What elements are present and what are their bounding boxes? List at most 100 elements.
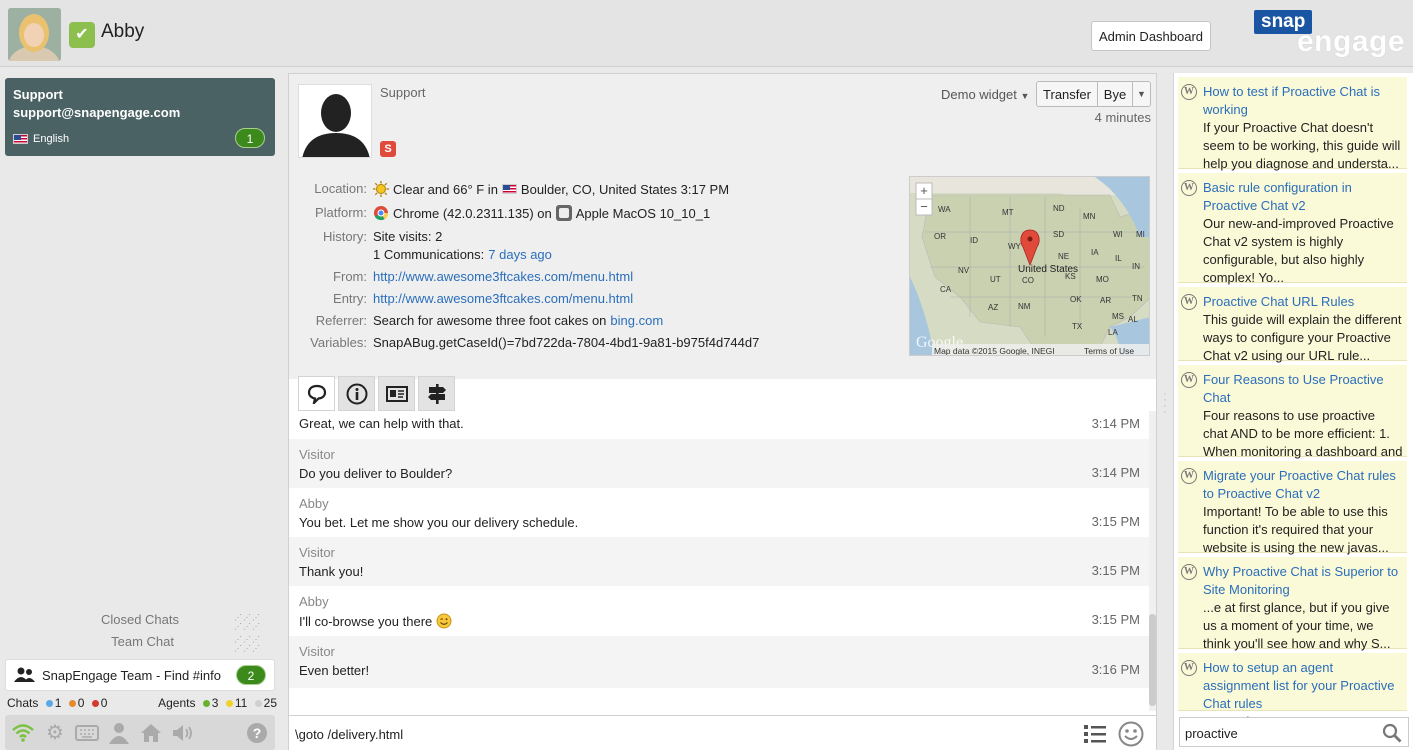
team-chat-bar[interactable]: SnapEngage Team - Find #info 2 <box>5 659 275 691</box>
more-actions-dropdown[interactable]: ▼ <box>1132 81 1151 107</box>
kb-search-input[interactable] <box>1185 724 1375 742</box>
snapengage-logo: snap engage <box>1252 10 1412 60</box>
orange-dot-icon <box>68 700 76 707</box>
kb-article[interactable]: W Migrate your Proactive Chat rules to P… <box>1178 461 1407 555</box>
visitor-widget-name: Support <box>380 85 426 100</box>
blue-dot-icon <box>45 700 53 707</box>
chat-sidebar: Support support@snapengage.com English 1… <box>0 67 283 750</box>
platform-row: Platform: Chrome (42.0.2311.135) on Appl… <box>314 205 711 221</box>
map-state-label: WY <box>1008 242 1022 251</box>
wordpress-icon: W <box>1181 294 1197 310</box>
home-icon[interactable] <box>138 720 164 746</box>
communications-row: 1 Communications: 7 days ago <box>373 247 552 262</box>
admin-dashboard-button[interactable]: Admin Dashboard <box>1091 21 1211 51</box>
bye-button[interactable]: Bye <box>1097 81 1133 107</box>
panel-tabs <box>298 376 455 411</box>
map-state-label: AZ <box>988 303 998 312</box>
history-row: History: Site visits: 2 <box>322 229 443 244</box>
green-dot-icon <box>202 700 210 707</box>
kb-article-snippet: Our new-and-improved Proactive Chat v2 s… <box>1203 216 1394 285</box>
widget-selector[interactable]: Demo widget ▼ <box>941 87 1029 102</box>
info-icon <box>346 383 367 404</box>
map-terms-link: Terms of Use <box>1084 346 1134 356</box>
id-card-icon <box>385 385 408 402</box>
search-icon[interactable] <box>1382 723 1402 743</box>
closed-chats-link[interactable]: Closed Chats <box>4 612 179 627</box>
entry-row: Entry: http://www.awesome3ftcakes.com/me… <box>333 291 634 306</box>
signpost-icon <box>427 383 446 404</box>
closed-chats-drag-handle[interactable]: ⋰⋰⋰ ⋰⋰⋰ <box>234 613 261 631</box>
team-chat-label: SnapEngage Team - Find #info <box>42 667 221 683</box>
kb-article-title[interactable]: Basic rule configuration in Proactive Ch… <box>1203 179 1403 215</box>
grey-dot-icon <box>254 700 262 707</box>
map-state-label: OK <box>1070 295 1082 304</box>
kb-article[interactable]: W Proactive Chat URL Rules This guide wi… <box>1178 287 1407 363</box>
map-state-label: NM <box>1018 302 1031 311</box>
speaker-icon[interactable] <box>170 720 196 746</box>
kb-article[interactable]: W Basic rule configuration in Proactive … <box>1178 173 1407 285</box>
apple-icon <box>555 205 572 221</box>
team-chat-drag-handle[interactable]: ⋰⋰⋰ ⋰⋰⋰ <box>234 635 261 653</box>
tab-info[interactable] <box>338 376 375 411</box>
map-country-label: United States <box>1018 264 1078 275</box>
tab-pages[interactable] <box>418 376 455 411</box>
tab-chat[interactable] <box>298 376 335 411</box>
us-flag-icon <box>501 184 517 194</box>
gear-icon[interactable]: ⚙ <box>42 720 68 746</box>
map-state-label: ID <box>970 236 978 245</box>
wifi-icon[interactable] <box>10 720 36 746</box>
transcript-scroll-thumb[interactable] <box>1149 614 1156 706</box>
wordpress-icon: W <box>1181 564 1197 580</box>
agent-stats: Agents 3 11 25 <box>158 696 277 710</box>
map-state-label: IL <box>1115 254 1122 263</box>
chat-widget-name: Support <box>13 87 63 102</box>
chat-duration: 4 minutes <box>1094 110 1151 125</box>
kb-article-title[interactable]: Proactive Chat URL Rules <box>1203 293 1403 311</box>
status-check-icon[interactable]: ✔ <box>69 22 95 48</box>
team-users-icon <box>14 667 35 682</box>
chrome-icon <box>374 206 389 221</box>
agent-name: Abby <box>101 21 145 42</box>
wink-emoji-icon <box>436 613 452 629</box>
panel-resize-handle[interactable]: · · · · <box>1161 387 1169 420</box>
help-icon[interactable]: ? <box>244 720 270 746</box>
chat-message: Visitor Do you deliver to Boulder? 3:14 … <box>289 439 1149 488</box>
transfer-button[interactable]: Transfer <box>1036 81 1098 107</box>
kb-article-title[interactable]: Four Reasons to Use Proactive Chat <box>1203 371 1403 407</box>
kb-article[interactable]: W How to test if Proactive Chat is worki… <box>1178 77 1407 171</box>
agent-avatar[interactable] <box>8 8 61 61</box>
kb-article[interactable]: W Four Reasons to Use Proactive Chat Fou… <box>1178 365 1407 477</box>
emoji-icon[interactable] <box>1118 721 1144 747</box>
keyboard-icon[interactable] <box>74 720 100 746</box>
map-state-label: TX <box>1072 322 1083 331</box>
kb-article-title[interactable]: Why Proactive Chat is Superior to Site M… <box>1203 563 1403 599</box>
canned-responses-icon[interactable] <box>1083 723 1107 745</box>
user-icon[interactable] <box>106 720 132 746</box>
kb-article-title[interactable]: How to setup an agent assignment list fo… <box>1203 659 1403 713</box>
from-url-link[interactable]: http://www.awesome3ftcakes.com/menu.html <box>373 269 633 284</box>
kb-article-snippet: This guide will explain the different wa… <box>1203 312 1402 363</box>
wordpress-icon: W <box>1181 468 1197 484</box>
chat-widget-email: support@snapengage.com <box>13 105 181 120</box>
history-link[interactable]: 7 days ago <box>488 247 552 262</box>
tab-contact-card[interactable] <box>378 376 415 411</box>
kb-article[interactable]: W How to setup an agent assignment list … <box>1178 653 1407 729</box>
visitor-silhouette-icon <box>298 84 372 158</box>
caret-down-icon: ▼ <box>1020 91 1030 101</box>
chat-stats: Chats 1 0 0 <box>7 696 108 710</box>
chat-panel: Support S Demo widget ▼ Transfer Bye ▼ 4… <box>288 73 1157 750</box>
map-state-label: TN <box>1132 294 1143 303</box>
kb-article-title[interactable]: Migrate your Proactive Chat rules to Pro… <box>1203 467 1403 503</box>
chat-message: Visitor Even better! 3:16 PM <box>289 636 1149 688</box>
entry-url-link[interactable]: http://www.awesome3ftcakes.com/menu.html <box>373 291 633 306</box>
referrer-link[interactable]: bing.com <box>610 313 663 328</box>
kb-search-box <box>1179 717 1409 747</box>
kb-article[interactable]: W Why Proactive Chat is Superior to Site… <box>1178 557 1407 651</box>
chat-message-input[interactable] <box>295 723 1065 745</box>
active-chat-item[interactable]: Support support@snapengage.com English 1 <box>5 78 275 156</box>
chat-unread-badge: 1 <box>235 128 265 148</box>
visitor-location-map[interactable]: WA MT ND MN OR ID SD WI WY NE IA IL IN N… <box>909 176 1150 356</box>
chat-input-bar <box>289 715 1156 750</box>
kb-article-title[interactable]: How to test if Proactive Chat is working <box>1203 83 1403 119</box>
team-chat-link[interactable]: Team Chat <box>0 634 174 649</box>
